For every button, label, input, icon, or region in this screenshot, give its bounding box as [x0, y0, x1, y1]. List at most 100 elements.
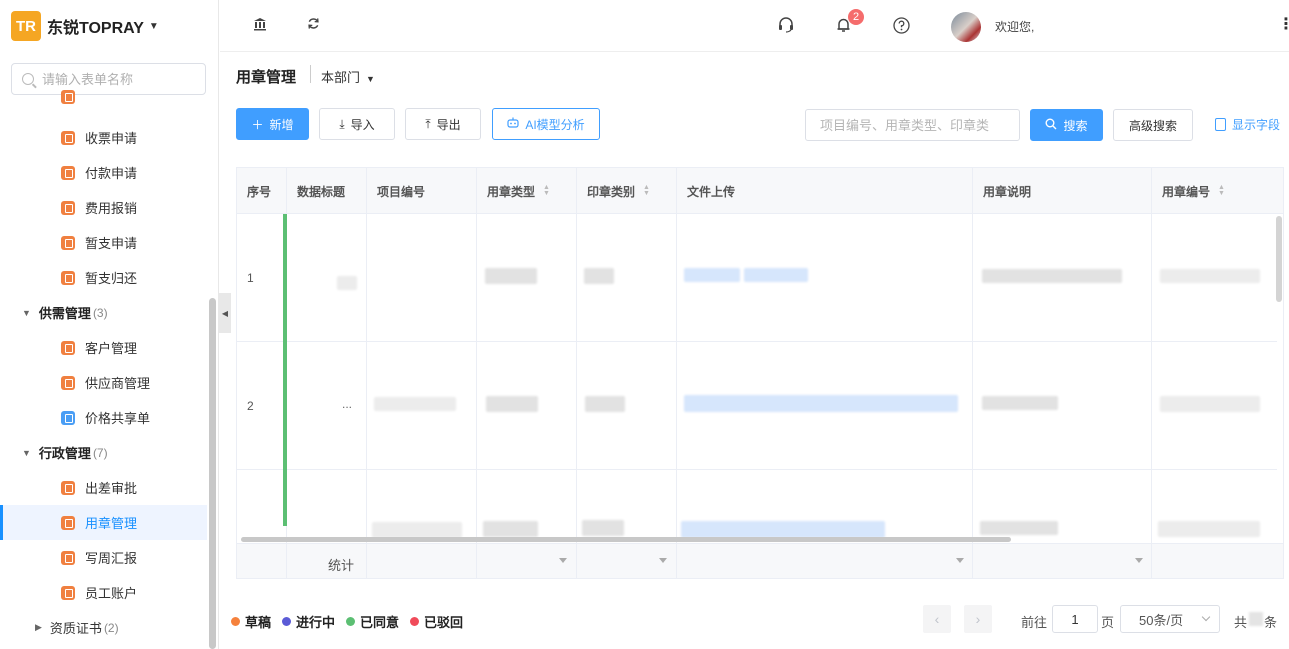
sidebar-item-advance-return[interactable]: 暂支归还 [0, 260, 207, 295]
page-number-input[interactable]: 1 [1052, 605, 1098, 633]
avatar[interactable] [951, 12, 981, 42]
sidebar-group-admin[interactable]: ▼ 行政管理 (7) [0, 435, 207, 470]
advanced-search-button[interactable]: 高级搜索 [1113, 109, 1193, 141]
headset-icon[interactable] [777, 17, 795, 36]
sidebar-group-supply[interactable]: ▼ 供需管理 (3) [0, 295, 207, 330]
import-button[interactable]: ⤓ 导入 [319, 108, 395, 140]
company-logo: TR [11, 11, 41, 41]
col-seal-no[interactable]: 用章编号 ▲ ▼ [1152, 168, 1283, 214]
department-dropdown[interactable]: 本部门 ▼ [321, 67, 375, 86]
summary-cell [367, 544, 477, 578]
form-search-input[interactable] [42, 71, 192, 87]
sidebar-item-seal-management[interactable]: 用章管理 [0, 505, 207, 540]
chevron-down-icon [1201, 612, 1211, 622]
sidebar-item-advance-request[interactable]: 暂支申请 [0, 225, 207, 260]
redacted-value [485, 268, 537, 284]
form-icon [61, 90, 75, 104]
column-label: 序号 [247, 184, 272, 199]
table-horizontal-scrollbar[interactable] [241, 537, 1011, 542]
sidebar-scrollbar[interactable] [209, 298, 216, 649]
col-seal-category[interactable]: 印章类别 ▲ ▼ [577, 168, 677, 214]
import-label: 导入 [350, 117, 375, 132]
form-icon [61, 550, 75, 565]
summary-dropdown[interactable] [677, 544, 973, 578]
redacted-value [582, 520, 624, 536]
plus-icon: ＋ [251, 117, 264, 132]
summary-dropdown[interactable] [477, 544, 577, 578]
sidebar-item-payment-request[interactable]: 付款申请 [0, 155, 207, 190]
sidebar-item-invoice-receipt[interactable]: 收票申请 [0, 120, 207, 155]
table-vertical-scrollbar[interactable] [1276, 216, 1282, 302]
sort-icon[interactable]: ▲ ▼ [543, 184, 550, 197]
add-label: 新增 [269, 117, 294, 132]
page-size-select[interactable]: 50条/页 [1120, 605, 1220, 633]
sidebar-item-expense[interactable]: 费用报销 [0, 190, 207, 225]
prev-page-button[interactable]: ‹ [923, 605, 951, 633]
col-seal-use-type[interactable]: 用章类型 ▲ ▼ [477, 168, 577, 214]
summary-cell: 统计 [287, 544, 367, 578]
sidebar-item-label: 客户管理 [85, 341, 138, 356]
file-link[interactable] [744, 268, 808, 282]
redacted-value [585, 396, 625, 412]
sidebar-item-hidden[interactable] [0, 90, 207, 104]
file-link[interactable] [684, 268, 740, 282]
help-icon[interactable] [893, 17, 910, 37]
search-button[interactable]: 搜索 [1030, 109, 1103, 141]
sidebar-item-supplier[interactable]: 供应商管理 [0, 365, 207, 400]
legend-approved: 已同意 [346, 612, 399, 631]
show-fields-link[interactable]: 显示字段 [1215, 116, 1280, 133]
group-label: 行政管理 [38, 446, 91, 461]
cell-seal-category [577, 214, 677, 342]
sidebar-item-weekly-report[interactable]: 写周汇报 [0, 540, 207, 575]
form-icon [61, 235, 75, 250]
sidebar-item-travel[interactable]: 出差审批 [0, 470, 207, 505]
show-fields-label: 显示字段 [1232, 118, 1281, 132]
form-icon [61, 270, 75, 285]
sidebar-group-certificates[interactable]: ▶ 资质证书 (2) [0, 610, 207, 645]
cell-file-upload [677, 214, 973, 342]
brand-switcher[interactable]: TR 东锐TOPRAY ▼ [0, 0, 218, 52]
sidebar-item-label: 写周汇报 [85, 551, 138, 566]
sort-icon[interactable]: ▲ ▼ [643, 184, 650, 197]
bank-icon[interactable] [253, 17, 267, 34]
refresh-icon[interactable] [307, 17, 320, 33]
status-dot [410, 617, 420, 626]
file-link[interactable] [684, 395, 958, 412]
redacted-value [982, 269, 1122, 283]
summary-dropdown[interactable] [973, 544, 1152, 578]
sidebar-collapse-toggle[interactable]: ◀ [219, 293, 231, 333]
keyword-search-field[interactable] [805, 109, 1020, 141]
caret-down-icon [659, 558, 667, 563]
more-menu-icon[interactable]: ⋮ [1278, 14, 1289, 34]
row-index: 2 [247, 399, 254, 413]
caret-down-icon: ▼ [366, 74, 375, 84]
sort-icon[interactable]: ▲ ▼ [1218, 184, 1225, 197]
search-icon [22, 73, 34, 85]
row-index: 1 [247, 271, 254, 285]
ai-analysis-button[interactable]: AI模型分析 [492, 108, 600, 140]
group-label: 供需管理 [38, 306, 91, 321]
sidebar: TR 东锐TOPRAY ▼ 收票申请 付款申请 费用报销 暂支申请 暂支归 [0, 0, 219, 649]
group-count: (7) [92, 445, 108, 460]
file-link[interactable] [681, 521, 885, 538]
sidebar-item-label: 付款申请 [85, 166, 138, 181]
notification-badge: 2 [848, 9, 864, 25]
table-row[interactable]: 2 ... [237, 342, 1277, 470]
next-page-button[interactable]: › [964, 605, 992, 633]
redacted-value [584, 268, 614, 284]
table-row[interactable]: 1 [237, 214, 1277, 342]
keyword-search-input[interactable] [820, 117, 1010, 133]
add-button[interactable]: ＋ 新增 [236, 108, 309, 140]
col-file-upload: 文件上传 [677, 168, 973, 214]
export-button[interactable]: ⤒ 导出 [405, 108, 481, 140]
sidebar-item-customer[interactable]: 客户管理 [0, 330, 207, 365]
redacted-value [374, 397, 456, 411]
group-count: (2) [103, 620, 119, 635]
column-label: 用章编号 [1162, 184, 1211, 199]
sidebar-item-employee-account[interactable]: 员工账户 [0, 575, 207, 610]
summary-dropdown[interactable] [577, 544, 677, 578]
form-icon [61, 515, 75, 530]
sidebar-item-price-share[interactable]: 价格共享单 [0, 400, 207, 435]
cell-title: ... [287, 342, 367, 470]
summary-label: 统计 [328, 558, 355, 573]
